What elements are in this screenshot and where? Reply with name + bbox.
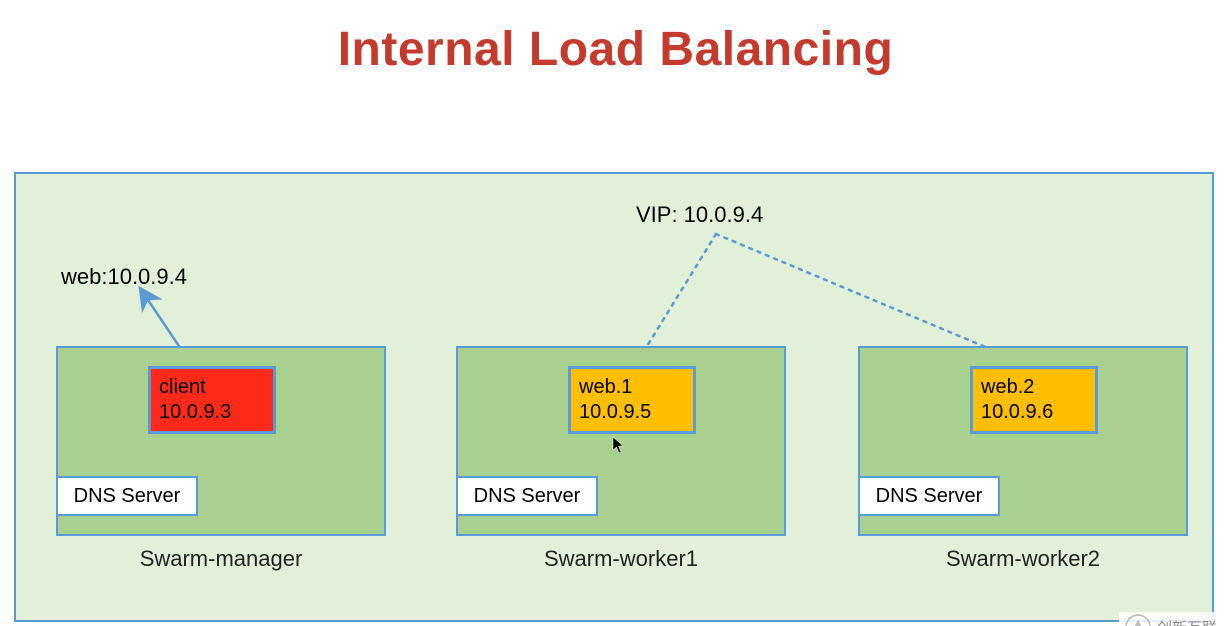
watermark-text: 创新互联 <box>1157 617 1217 626</box>
swarm-worker2-node: web.2 10.0.9.6 DNS Server <box>858 346 1188 536</box>
swarm-worker1-caption: Swarm-worker1 <box>456 546 786 572</box>
swarm-manager-node: client 10.0.9.3 DNS Server <box>56 346 386 536</box>
cursor-icon <box>612 436 626 459</box>
dns-server-box: DNS Server <box>456 476 598 516</box>
web1-service-box: web.1 10.0.9.5 <box>568 366 696 434</box>
swarm-cluster-box: web:10.0.9.4 VIP: 10.0.9.4 client 10.0.9… <box>14 172 1214 622</box>
swarm-worker2-caption: Swarm-worker2 <box>858 546 1188 572</box>
diagram-title: Internal Load Balancing <box>0 22 1231 77</box>
service-ip: 10.0.9.5 <box>579 400 685 425</box>
dns-server-box: DNS Server <box>858 476 1000 516</box>
swarm-manager-caption: Swarm-manager <box>56 546 386 572</box>
service-name: web.1 <box>579 375 685 400</box>
watermark-logo-icon <box>1125 614 1151 626</box>
service-name: web.2 <box>981 375 1087 400</box>
service-ip: 10.0.9.6 <box>981 400 1087 425</box>
service-name: client <box>159 375 265 400</box>
watermark: 创新互联 <box>1119 612 1223 626</box>
service-ip: 10.0.9.3 <box>159 400 265 425</box>
web-dns-label: web:10.0.9.4 <box>61 264 187 290</box>
vip-label: VIP: 10.0.9.4 <box>636 202 763 228</box>
web2-service-box: web.2 10.0.9.6 <box>970 366 1098 434</box>
dns-server-box: DNS Server <box>56 476 198 516</box>
client-service-box: client 10.0.9.3 <box>148 366 276 434</box>
